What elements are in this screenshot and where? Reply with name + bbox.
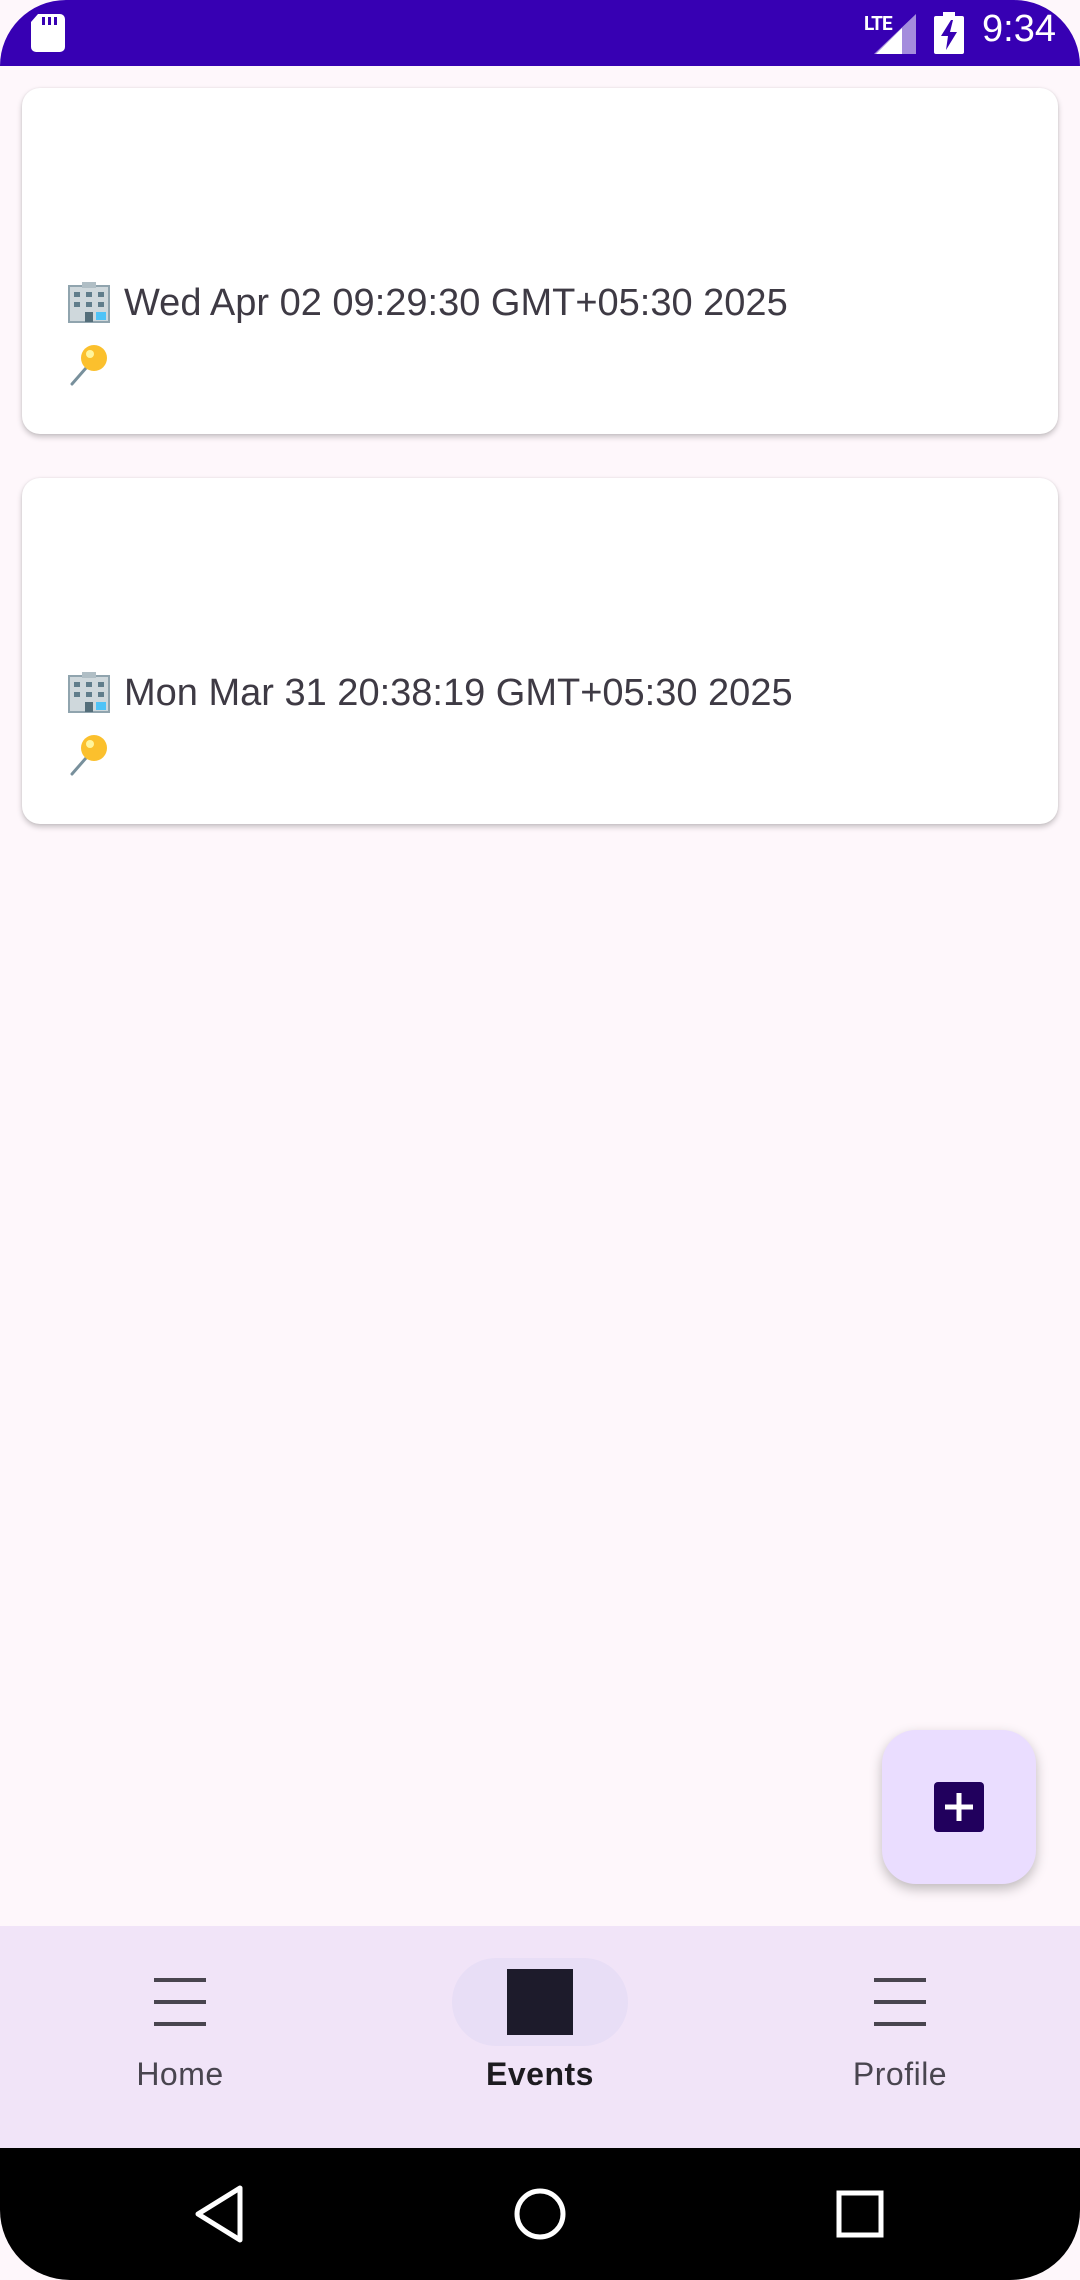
nav-label: Events [486,2056,594,2092]
add-event-button[interactable] [882,1730,1036,1884]
menu-icon [874,1978,926,2026]
recents-square-icon[interactable] [836,2190,884,2238]
home-circle-icon[interactable] [514,2188,566,2240]
plus-icon [934,1782,984,1832]
building-icon [68,672,110,713]
nav-icon-container [812,1958,988,2046]
battery-charging-icon [934,12,964,54]
pushpin-icon [70,345,107,386]
menu-icon [154,1978,206,2026]
bottom-navigation: Home Events Profile [0,1926,1080,2148]
screen: LTE 9:34 Wed Apr 02 09:29:30 GMT+05:30 2… [0,0,1080,2280]
status-clock: 9:34 [982,8,1056,50]
event-date: Mon Mar 31 20:38:19 GMT+05:30 2025 [124,671,793,714]
building-icon [68,282,110,323]
event-list: Wed Apr 02 09:29:30 GMT+05:30 2025 Mon M… [22,88,1058,868]
nav-item-home[interactable]: Home [30,1926,330,2148]
event-date-row: Wed Apr 02 09:29:30 GMT+05:30 2025 [66,278,788,328]
nav-item-profile[interactable]: Profile [750,1926,1050,2148]
square-icon [507,1969,573,2035]
event-card[interactable]: Wed Apr 02 09:29:30 GMT+05:30 2025 [22,88,1058,434]
system-navigation-bar [0,2148,1080,2280]
signal-icon [874,14,916,54]
nav-label: Home [136,2056,224,2092]
nav-icon-container [452,1958,628,2046]
sd-card-icon [31,14,65,52]
nav-label: Profile [852,2056,948,2092]
back-icon[interactable] [194,2184,246,2244]
event-date: Wed Apr 02 09:29:30 GMT+05:30 2025 [124,281,788,324]
event-card[interactable]: Mon Mar 31 20:38:19 GMT+05:30 2025 [22,478,1058,824]
status-bar: LTE 9:34 [0,0,1080,66]
nav-icon-container [92,1958,268,2046]
nav-item-events[interactable]: Events [390,1926,690,2148]
event-date-row: Mon Mar 31 20:38:19 GMT+05:30 2025 [66,668,793,718]
pushpin-icon [70,735,107,776]
